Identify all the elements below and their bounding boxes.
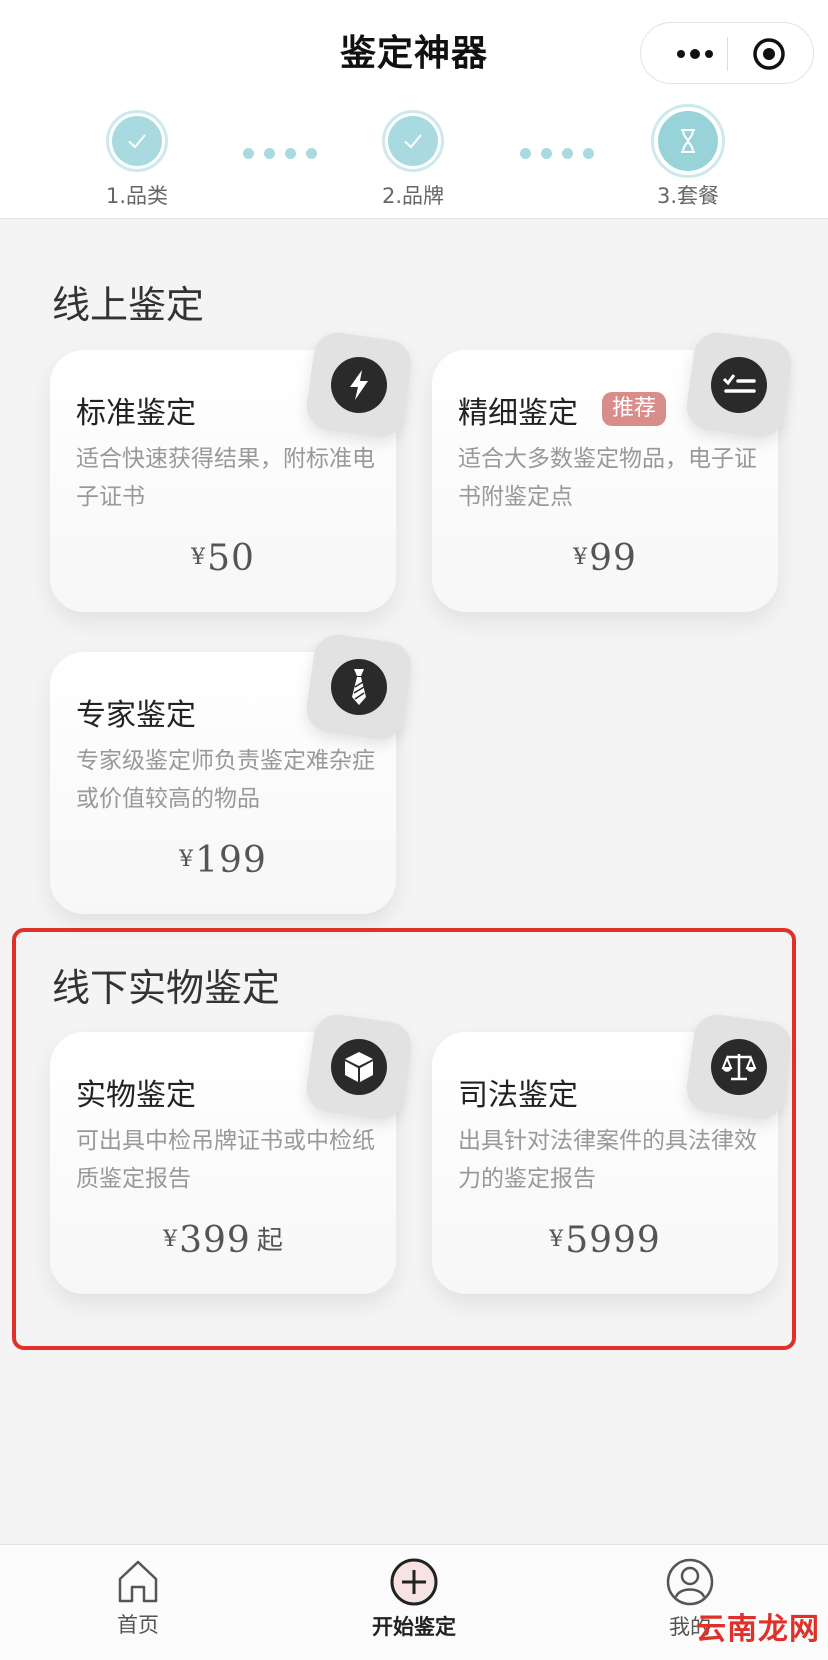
checklist-icon [683,329,795,441]
card-description: 专家级鉴定师负责鉴定难杂症或价值较高的物品 [76,748,375,812]
plus-circle-icon [390,1558,438,1606]
recommend-badge: 推荐 [602,392,667,426]
card-price: ¥199 [179,840,267,881]
hourglass-icon [681,129,695,153]
card-description: 适合大多数鉴定物品，电子证书附鉴定点 [458,446,757,510]
step-category[interactable]: 1.品类 [82,110,192,210]
check-icon [404,134,422,149]
capsule-divider [727,37,728,71]
tab-label: 首页 [117,1613,159,1637]
mini-program-capsule [640,22,814,84]
lightning-icon [303,329,415,441]
watermark: 云南龙网 [696,1612,820,1647]
close-target-icon[interactable] [751,36,787,72]
necktie-icon [303,631,415,743]
step-label: 2.品牌 [381,184,445,208]
step-connector [243,148,317,159]
step-package[interactable]: 3.套餐 [633,104,743,210]
user-icon [666,1558,714,1606]
tab-label: 开始鉴定 [372,1615,456,1639]
home-icon [118,1560,158,1603]
step-label: 1.品类 [105,184,169,208]
tab-start-appraisal[interactable]: 开始鉴定 [334,1557,494,1641]
card-title: 标准鉴定 [76,396,196,431]
card-title: 精细鉴定 [458,396,578,431]
step-label: 3.套餐 [656,184,720,208]
card-price: ¥99 [573,538,637,579]
online-section-title: 线上鉴定 [52,283,205,327]
step-connector [520,148,594,159]
highlight-box [12,928,796,1350]
check-icon [128,134,146,149]
card-price: ¥50 [191,538,255,579]
card-description: 适合快速获得结果，附标准电子证书 [76,446,375,510]
card-title: 专家鉴定 [76,698,196,733]
tab-home[interactable]: 首页 [58,1557,218,1639]
header: 鉴定神器 1.品类 2.品牌 3.套餐 [0,0,828,219]
more-icon[interactable] [667,39,723,69]
step-brand[interactable]: 2.品牌 [358,110,468,210]
